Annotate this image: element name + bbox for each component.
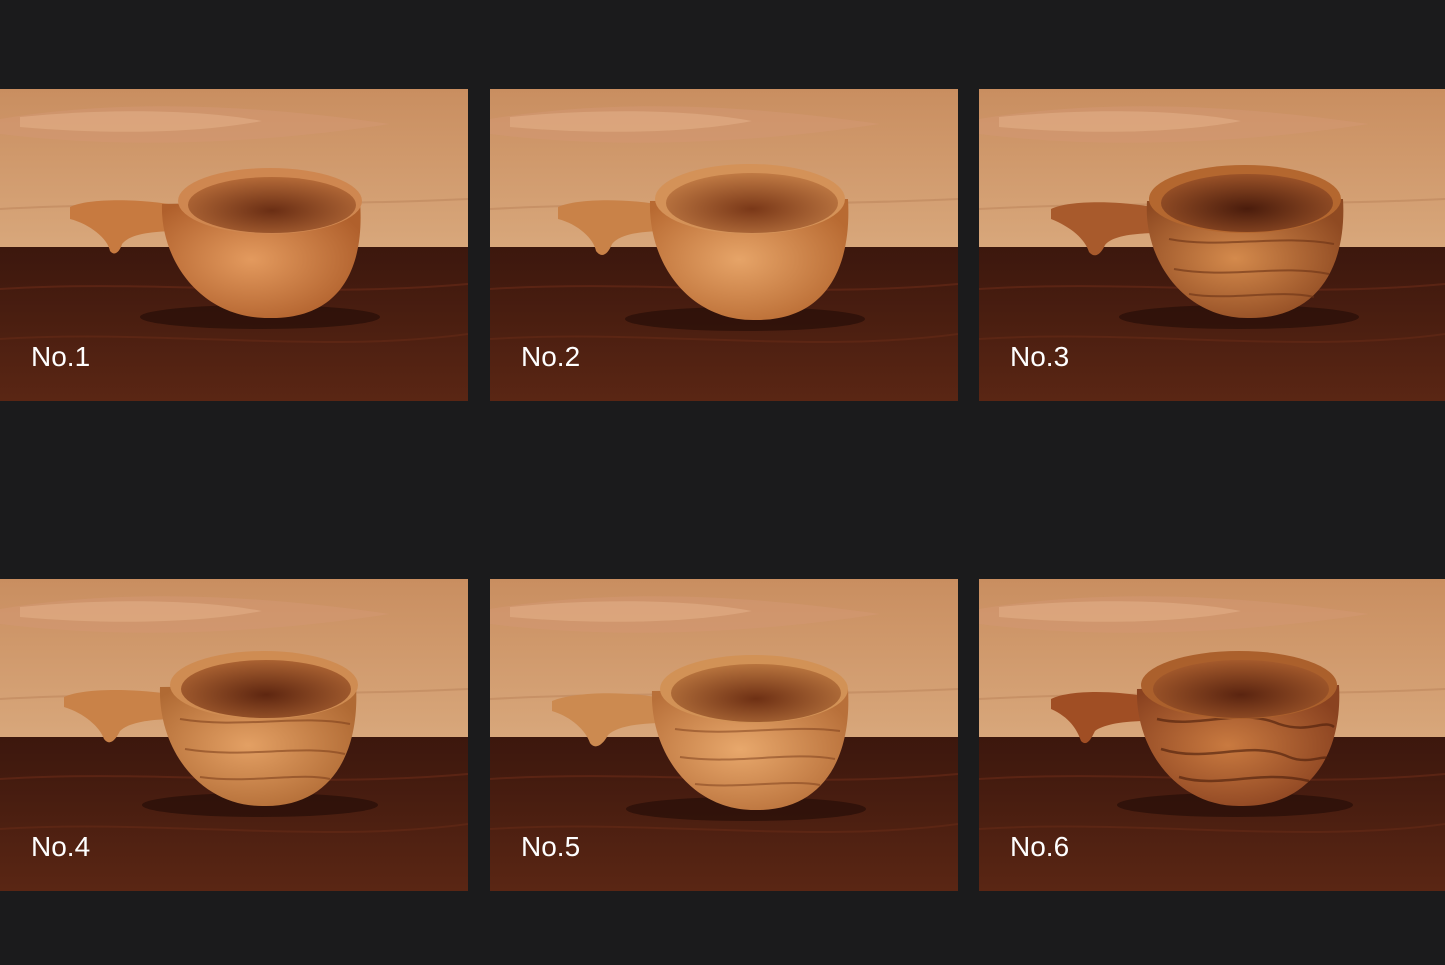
cup-number-label: No.6 (1010, 831, 1070, 862)
cup-photo-3: No.3 (979, 89, 1445, 401)
cup-number-label: No.4 (31, 831, 91, 862)
cup-photo-4: No.4 (0, 579, 468, 891)
cup-number-label: No.2 (521, 341, 581, 372)
cup-number-label: No.3 (1010, 341, 1070, 372)
cup-photo-5: No.5 (490, 579, 958, 891)
cup-number-label: No.1 (31, 341, 91, 372)
photo-grid: No.1 No.2 No.3 No.4 No.5 No.6 (0, 0, 1445, 965)
cup-photo-1: No.1 (0, 89, 468, 401)
cup-number-label: No.5 (521, 831, 581, 862)
cup-photo-6: No.6 (979, 579, 1445, 891)
cup-photo-2: No.2 (490, 89, 958, 401)
